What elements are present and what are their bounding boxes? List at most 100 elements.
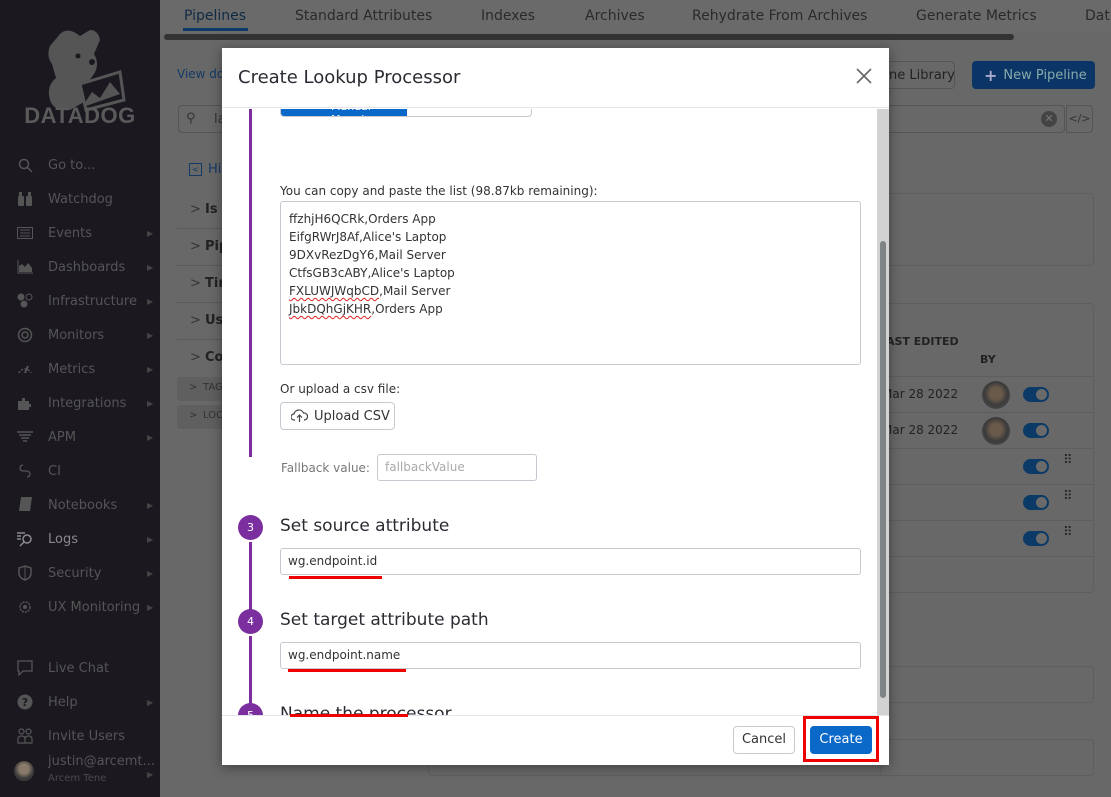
sidebar-item-infrastructure[interactable]: Infrastructure ▶ [0,284,160,318]
close-icon[interactable] [854,66,874,86]
chevron-right-icon: ▶ [147,602,154,612]
chat-icon [16,659,34,677]
collapse-panel-icon: < [189,163,202,176]
sidebar-item-live-chat[interactable]: Live Chat [0,651,160,685]
tab-archives[interactable]: Archives [585,8,645,24]
sidebar-item-logs[interactable]: Logs ▶ [0,522,160,556]
tab-standard-attributes[interactable]: Standard Attributes [295,8,432,24]
enabled-toggle[interactable] [1023,495,1049,510]
tab-generate-metrics[interactable]: Generate Metrics [916,8,1037,24]
chevron-right-icon: ▶ [147,364,154,374]
chevron-right-icon: > [190,276,201,291]
sidebar-item-label: Dashboards [48,259,126,275]
pipeline-card [880,193,1094,266]
browse-library-button[interactable]: ne Library [880,61,955,89]
code-toggle-button[interactable]: </> [1066,105,1093,133]
table-row [880,556,1094,592]
sidebar-item-label: Live Chat [48,660,110,676]
mapping-list-label: You can copy and paste the list (98.87kb… [280,184,598,198]
table-row[interactable]: ⠿ [880,448,1094,484]
misspelled-word: FXLUWJWqbCD [289,284,380,298]
enabled-toggle[interactable] [1023,423,1049,438]
cancel-button[interactable]: Cancel [733,726,795,754]
fallback-value-input[interactable]: fallbackValue [377,454,537,481]
pipeline-card [880,666,1094,703]
svg-text:?: ? [22,696,28,709]
sidebar-item-label: CI [48,463,61,479]
logs-icon [16,530,34,548]
view-docs-link[interactable]: View do [177,67,224,81]
drag-handle-icon[interactable]: ⠿ [1063,526,1073,539]
chevron-right-icon: ▶ [147,568,154,578]
sidebar-item-events[interactable]: Events ▶ [0,216,160,250]
last-edited-date: Mar 28 2022 [882,423,959,437]
sidebar-item-goto[interactable]: Go to... [0,148,160,182]
clear-search-icon[interactable]: ✕ [1041,111,1057,127]
mapping-mode-toggle[interactable]: Manual Mapping [280,109,532,117]
sidebar-item-ci[interactable]: CI [0,454,160,488]
tab-rehydrate[interactable]: Rehydrate From Archives [692,8,867,24]
step-number-badge: 4 [238,609,263,634]
segment-manual-mapping[interactable]: Manual Mapping [281,109,407,116]
sidebar-item-ux-monitoring[interactable]: UX Monitoring ▶ [0,590,160,624]
sidebar-item-apm[interactable]: APM ▶ [0,420,160,454]
mapping-list-textarea[interactable]: ffzhjH6QCRk,Orders App EifgRWrJ8Af,Alice… [280,201,861,365]
table-row[interactable]: ⠿ [880,520,1094,556]
table-row[interactable]: Mar 28 2022 [880,412,1094,448]
target-attribute-input[interactable]: wg.endpoint.name [280,642,861,669]
pipeline-card [880,739,1094,776]
sidebar-item-integrations[interactable]: Integrations ▶ [0,386,160,420]
sidebar-item-invite-users[interactable]: Invite Users [0,719,160,753]
upload-csv-button[interactable]: Upload CSV [280,402,395,430]
chevron-right-icon: ▶ [147,697,154,707]
modal-body[interactable]: Manual Mapping You can copy and paste th… [222,109,880,715]
tab-data[interactable]: Dat [1085,8,1110,24]
puzzle-icon [16,394,34,412]
pipelines-table: AST EDITED BY Mar 28 2022 Mar 28 2022 ⠿ … [880,305,1094,582]
sidebar: DATADOG Go to... Watchdog Events ▶ Dashb… [0,0,160,797]
sidebar-item-monitors[interactable]: Monitors ▶ [0,318,160,352]
chevron-right-icon: > [190,350,201,365]
enabled-toggle[interactable] [1023,459,1049,474]
column-header-by: BY [980,353,996,366]
sidebar-item-dashboards[interactable]: Dashboards ▶ [0,250,160,284]
table-row[interactable]: ⠿ [880,484,1094,520]
chip-label: LOC [203,410,224,421]
enabled-toggle[interactable] [1023,531,1049,546]
sidebar-item-label: Security [48,565,102,581]
chevron-right-icon: > [190,313,201,328]
table-row[interactable]: Mar 28 2022 [880,376,1094,412]
sidebar-item-help[interactable]: ? Help ▶ [0,685,160,719]
sidebar-item-label: Integrations [48,395,127,411]
apm-icon [16,428,34,446]
sidebar-item-notebooks[interactable]: Notebooks ▶ [0,488,160,522]
drag-handle-icon[interactable]: ⠿ [1063,454,1073,467]
modal-title: Create Lookup Processor [238,67,461,88]
mapping-line: ffzhjH6QCRk,Orders App [289,212,436,226]
datadog-wordmark: DATADOG [24,103,136,128]
hide-controls-link[interactable]: < Hi [189,162,221,177]
sidebar-item-metrics[interactable]: Metrics ▶ [0,352,160,386]
search-icon: ⚲ [186,111,196,126]
tab-pipelines[interactable]: Pipelines [184,8,246,24]
drag-handle-icon[interactable]: ⠿ [1063,490,1073,503]
sidebar-item-security[interactable]: Security ▶ [0,556,160,590]
mapping-value: ,Mail Server [379,284,451,298]
sidebar-item-label: Watchdog [48,191,113,207]
source-attribute-input[interactable]: wg.endpoint.id [280,548,861,575]
new-pipeline-button[interactable]: + New Pipeline [972,61,1095,89]
fallback-value-label: Fallback value: [281,461,370,475]
avatar [14,761,34,781]
create-button[interactable]: Create [810,726,872,754]
horizontal-scrollbar[interactable] [164,34,1014,40]
sidebar-item-watchdog[interactable]: Watchdog [0,182,160,216]
create-lookup-processor-modal: Create Lookup Processor Manual Mapping Y… [222,48,889,765]
enabled-toggle[interactable] [1023,387,1049,402]
tab-indexes[interactable]: Indexes [481,8,535,24]
last-edited-date: Mar 28 2022 [882,387,959,401]
modal-scrollbar-thumb[interactable] [880,241,886,698]
sidebar-item-label: UX Monitoring [48,599,141,615]
step-title: Set source attribute [280,516,450,536]
chevron-right-icon: > [190,239,201,254]
sidebar-item-label: Go to... [48,157,96,173]
